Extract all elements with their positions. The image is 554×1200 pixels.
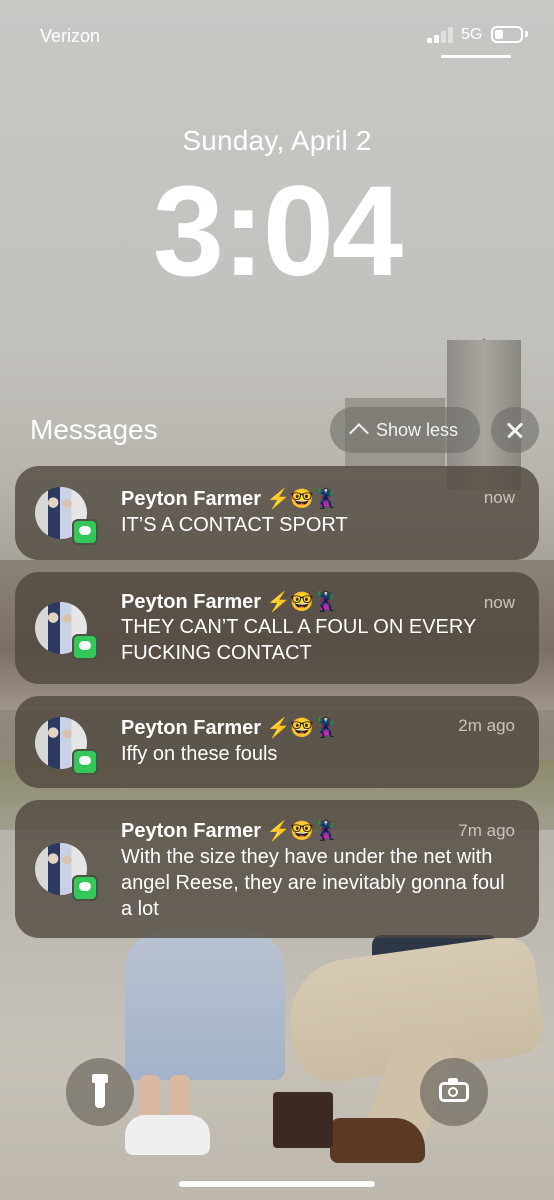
carrier-label: Verizon — [40, 26, 101, 46]
wallpaper-shoe — [125, 1115, 210, 1155]
notification-group-title: Messages — [30, 414, 158, 445]
battery-level — [495, 30, 503, 39]
camera-button[interactable] — [420, 1058, 488, 1126]
messages-app-icon — [72, 519, 98, 545]
notification-sender: Peyton Farmer ⚡🤓🦹 — [121, 717, 338, 739]
notification-sender: Peyton Farmer ⚡🤓🦹 — [121, 591, 338, 613]
notification-time: 7m ago — [458, 821, 515, 840]
notification-body: IT’S A CONTACT SPORT — [121, 514, 348, 536]
notification-card[interactable]: Peyton Farmer ⚡🤓🦹 now THEY CAN’T CALL A … — [15, 572, 539, 684]
messages-app-icon — [72, 749, 98, 775]
wallpaper-dress — [125, 930, 285, 1080]
notification-body: Iffy on these fouls — [121, 743, 278, 765]
notification-time: now — [483, 488, 515, 507]
messages-app-icon — [72, 634, 98, 660]
notification-time: now — [483, 593, 515, 612]
wallpaper-boot — [330, 1118, 425, 1163]
flashlight-icon — [92, 1074, 108, 1108]
battery-icon — [491, 26, 523, 43]
status-bar: Verizon 5G — [0, 0, 554, 70]
notification-sender: Peyton Farmer ⚡🤓🦹 — [121, 820, 338, 842]
notification-card[interactable]: Peyton Farmer ⚡🤓🦹 now IT’S A CONTACT SPO… — [15, 466, 539, 560]
camera-icon — [439, 1078, 469, 1102]
show-less-label: Show less — [375, 419, 459, 440]
lock-date: Sunday, April 2 — [182, 125, 372, 156]
close-group-button[interactable] — [491, 407, 539, 453]
flashlight-button[interactable] — [66, 1058, 134, 1126]
control-center-indicator[interactable] — [441, 55, 511, 58]
notification-body: With the size they have under the net wi… — [121, 846, 505, 920]
notification-sender: Peyton Farmer ⚡🤓🦹 — [121, 488, 338, 510]
signal-icon — [427, 27, 455, 43]
notification-card[interactable]: Peyton Farmer ⚡🤓🦹 2m ago Iffy on these f… — [15, 696, 539, 788]
wallpaper-ring-box — [273, 1092, 333, 1148]
notification-card[interactable]: Peyton Farmer ⚡🤓🦹 7m ago With the size t… — [15, 800, 539, 938]
chevron-up-icon — [349, 423, 369, 443]
home-indicator[interactable] — [179, 1181, 375, 1187]
battery-cap — [525, 31, 528, 37]
lock-time: 3:04 — [152, 160, 403, 303]
notification-body: THEY CAN’T CALL A FOUL ON EVERY FUCKING … — [121, 616, 476, 664]
network-type-label: 5G — [461, 26, 483, 43]
messages-app-icon — [72, 875, 98, 901]
notification-time: 2m ago — [458, 716, 515, 735]
show-less-button[interactable]: Show less — [330, 407, 480, 453]
